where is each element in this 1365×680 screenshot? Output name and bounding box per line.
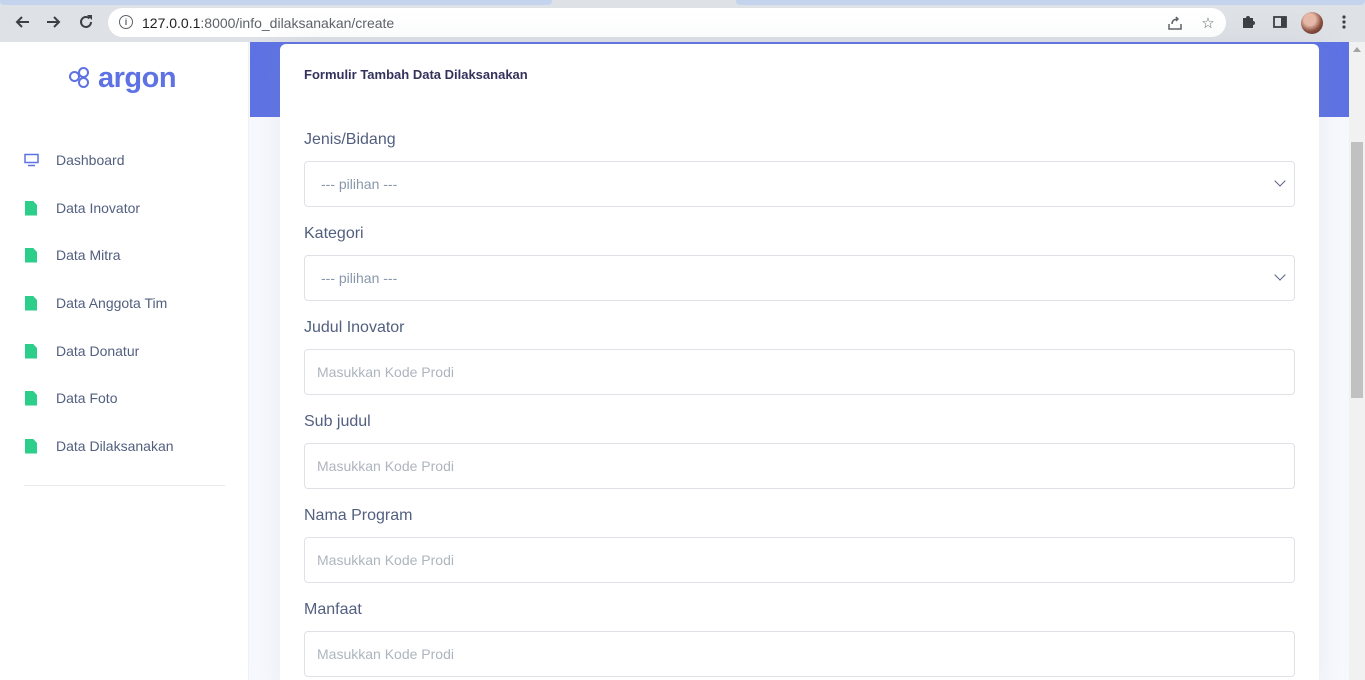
site-info-icon[interactable]: i	[119, 15, 133, 29]
jenis-bidang-label: Jenis/Bidang	[304, 131, 396, 148]
sidebar-divider	[24, 485, 225, 486]
sidebar-item-data-foto[interactable]: Data Foto	[0, 378, 249, 418]
chevron-down-icon	[1274, 175, 1286, 187]
sidebar-item-label: Data Donatur	[56, 343, 140, 359]
sidebar-item-data-inovator[interactable]: Data Inovator	[0, 188, 249, 228]
sidebar-item-dashboard[interactable]: Dashboard	[0, 140, 249, 180]
input-placeholder: Masukkan Kode Prodi	[317, 364, 454, 380]
sidebar-item-label: Data Foto	[56, 390, 118, 406]
brand-logo[interactable]: argon	[68, 62, 177, 95]
forward-arrow-icon[interactable]	[43, 11, 65, 33]
jenis-bidang-select[interactable]: --- pilihan ---	[304, 161, 1295, 207]
nama-program-label: Nama Program	[304, 507, 413, 524]
sidebar-item-data-anggota-tim[interactable]: Data Anggota Tim	[0, 283, 249, 323]
side-panel-icon[interactable]	[1269, 11, 1291, 33]
file-icon	[25, 343, 37, 359]
scroll-up-arrow-icon[interactable]	[1353, 47, 1361, 52]
monitor-icon	[24, 153, 39, 167]
address-bar[interactable]: i 127.0.0.1:8000/info_dilaksanakan/creat…	[108, 8, 1226, 37]
sidebar-item-label: Data Mitra	[56, 247, 121, 263]
tab[interactable]	[0, 0, 552, 5]
sidebar-item-label: Data Inovator	[56, 200, 141, 216]
judul-inovator-label: Judul Inovator	[304, 319, 405, 336]
input-placeholder: Masukkan Kode Prodi	[317, 458, 454, 474]
sidebar-item-data-dilaksanakan[interactable]: Data Dilaksanakan	[0, 426, 249, 466]
logo-mark-icon	[68, 66, 92, 91]
sidebar-item-data-donatur[interactable]: Data Donatur	[0, 331, 249, 371]
manfaat-label: Manfaat	[304, 601, 362, 618]
logo-text: argon	[98, 62, 177, 94]
manfaat-input[interactable]: Masukkan Kode Prodi	[304, 631, 1295, 677]
nama-program-input[interactable]: Masukkan Kode Prodi	[304, 537, 1295, 583]
input-placeholder: Masukkan Kode Prodi	[317, 552, 454, 568]
select-value: --- pilihan ---	[321, 176, 398, 192]
back-arrow-icon[interactable]	[11, 11, 33, 33]
tab[interactable]	[736, 0, 1365, 5]
tab-strip	[0, 0, 1365, 5]
browser-toolbar: i 127.0.0.1:8000/info_dilaksanakan/creat…	[0, 0, 1365, 42]
file-icon	[25, 200, 37, 216]
sub-judul-label: Sub judul	[304, 413, 371, 430]
profile-avatar[interactable]	[1301, 12, 1323, 34]
sidebar-item-label: Data Anggota Tim	[56, 295, 168, 311]
bookmark-star-icon[interactable]: ☆	[1198, 13, 1218, 33]
kategori-select[interactable]: --- pilihan ---	[304, 255, 1295, 301]
url-text: 127.0.0.1:8000/info_dilaksanakan/create	[142, 15, 394, 31]
card-title: Formulir Tambah Data Dilaksanakan	[304, 67, 528, 82]
form-card: Formulir Tambah Data Dilaksanakan Jenis/…	[280, 44, 1319, 680]
sub-judul-input[interactable]: Masukkan Kode Prodi	[304, 443, 1295, 489]
share-icon[interactable]	[1165, 13, 1185, 33]
page-scrollbar[interactable]	[1349, 42, 1365, 680]
sidebar-item-label: Dashboard	[56, 152, 125, 168]
file-icon	[25, 438, 37, 454]
extensions-puzzle-icon[interactable]	[1237, 11, 1259, 33]
file-icon	[25, 390, 37, 406]
reload-icon[interactable]	[75, 11, 97, 33]
select-value: --- pilihan ---	[321, 270, 398, 286]
scroll-thumb[interactable]	[1351, 142, 1363, 398]
sidebar-item-label: Data Dilaksanakan	[56, 438, 174, 454]
more-menu-icon[interactable]	[1333, 11, 1355, 33]
chevron-down-icon	[1274, 269, 1286, 281]
url-host: 127.0.0.1	[142, 15, 201, 31]
judul-inovator-input[interactable]: Masukkan Kode Prodi	[304, 349, 1295, 395]
kategori-label: Kategori	[304, 225, 364, 242]
file-icon	[25, 295, 37, 311]
file-icon	[25, 247, 37, 263]
input-placeholder: Masukkan Kode Prodi	[317, 646, 454, 662]
sidebar: argon Dashboard Data Inovator Data Mitra…	[0, 42, 249, 680]
url-path: :8000/info_dilaksanakan/create	[200, 15, 395, 31]
sidebar-item-data-mitra[interactable]: Data Mitra	[0, 235, 249, 275]
